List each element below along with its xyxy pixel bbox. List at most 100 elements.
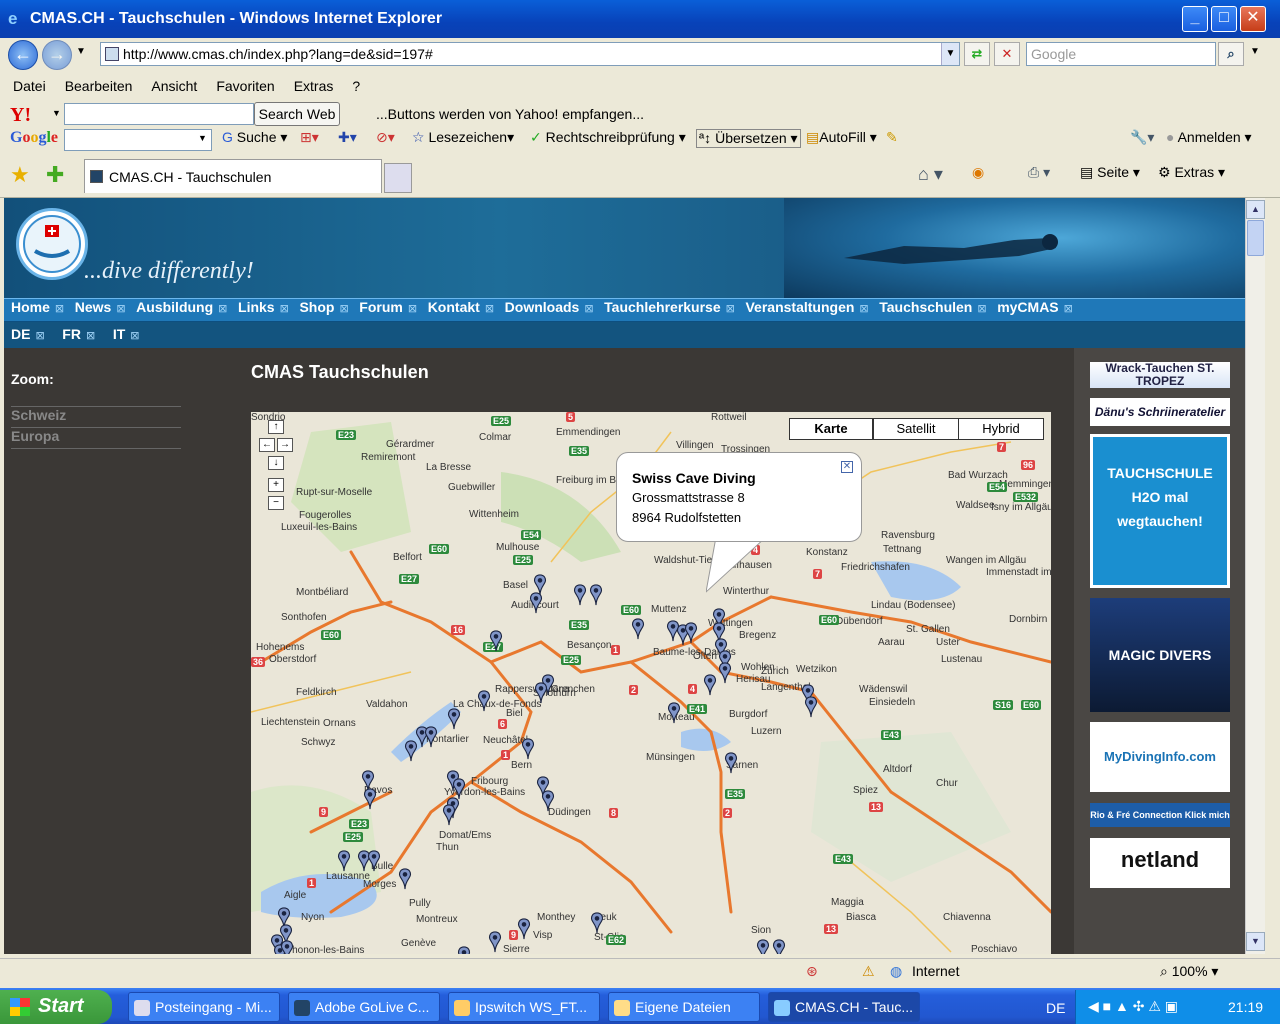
- map-marker-icon[interactable]: [804, 696, 818, 718]
- ad-tauchschule-h2o[interactable]: TAUCHSCHULE H2O mal wegtauchen!: [1090, 434, 1230, 588]
- zoom-schweiz-link[interactable]: Schweiz: [11, 406, 181, 423]
- task-wsftp[interactable]: Ipswitch WS_FT...: [448, 992, 600, 1022]
- map-marker-icon[interactable]: [488, 931, 502, 953]
- ad-schriineratelier[interactable]: Dänu's Schriineratelier: [1090, 398, 1230, 426]
- task-eigene-dateien[interactable]: Eigene Dateien: [608, 992, 760, 1022]
- address-dropdown-icon[interactable]: ▼: [941, 43, 959, 65]
- lang-de[interactable]: DE: [11, 326, 30, 342]
- ad-mydivinginfo[interactable]: MyDivingInfo.com: [1090, 722, 1230, 792]
- menu-extras[interactable]: Extras: [294, 78, 334, 94]
- tray-icons[interactable]: ◀ ■ ▲ ✣ ⚠ ▣: [1088, 998, 1178, 1015]
- spellcheck-button[interactable]: ✓ Rechtschreibprüfung ▾: [530, 129, 686, 146]
- map-marker-icon[interactable]: [573, 584, 587, 606]
- new-tab-button[interactable]: [384, 163, 412, 193]
- map-type-karte[interactable]: Karte: [789, 418, 873, 440]
- yahoo-logo[interactable]: Y!: [10, 104, 31, 127]
- pan-left-icon[interactable]: ←: [259, 438, 275, 452]
- search-options-icon[interactable]: ▼: [1250, 46, 1260, 57]
- news-icon[interactable]: ⊞▾: [300, 129, 319, 146]
- menu-favoriten[interactable]: Favoriten: [216, 78, 274, 94]
- map-marker-icon[interactable]: [363, 788, 377, 810]
- nav-ausbildung[interactable]: Ausbildung: [136, 299, 213, 315]
- lang-fr[interactable]: FR: [62, 326, 81, 342]
- plus-icon[interactable]: ✚▾: [338, 129, 357, 146]
- map-marker-icon[interactable]: [589, 584, 603, 606]
- yahoo-search-button[interactable]: Search Web: [254, 102, 340, 126]
- map-marker-icon[interactable]: [724, 752, 738, 774]
- lang-it[interactable]: IT: [113, 326, 125, 342]
- map-marker-icon[interactable]: [280, 940, 294, 954]
- add-favorite-icon[interactable]: ✚: [46, 162, 64, 188]
- stop-button[interactable]: ✕: [994, 42, 1020, 66]
- map-marker-icon[interactable]: [521, 738, 535, 760]
- map-marker-icon[interactable]: [337, 850, 351, 872]
- map-marker-icon[interactable]: [517, 918, 531, 940]
- map-marker-icon[interactable]: [772, 939, 786, 954]
- refresh-button[interactable]: ⇄: [964, 42, 990, 66]
- task-cmas[interactable]: CMAS.CH - Tauc...: [768, 992, 920, 1022]
- maximize-button[interactable]: □: [1211, 6, 1237, 32]
- map-marker-icon[interactable]: [424, 726, 438, 748]
- zoom-level[interactable]: ⌕ 100% ▾: [1160, 963, 1218, 980]
- back-button[interactable]: ←: [8, 40, 38, 70]
- minimize-button[interactable]: _: [1182, 6, 1208, 32]
- menu-datei[interactable]: Datei: [13, 78, 46, 94]
- nav-kontakt[interactable]: Kontakt: [428, 299, 480, 315]
- nav-tauchlehrerkurse[interactable]: Tauchlehrerkurse: [604, 299, 720, 315]
- search-icon[interactable]: ⌕: [1218, 42, 1244, 66]
- bookmarks-button[interactable]: ☆ Lesezeichen▾: [412, 129, 514, 146]
- map-type-satellit[interactable]: Satellit: [873, 418, 959, 440]
- yahoo-search-input[interactable]: [64, 103, 254, 125]
- autofill-button[interactable]: ▤AutoFill ▾: [806, 129, 877, 146]
- signin-button[interactable]: ● Anmelden ▾: [1166, 129, 1252, 146]
- ad-rio-fre[interactable]: Rio & Fré Connection Klick mich: [1090, 803, 1230, 827]
- scroll-up-icon[interactable]: ▲: [1246, 200, 1265, 219]
- map-marker-icon[interactable]: [489, 630, 503, 652]
- protected-mode-icon[interactable]: ⚠: [862, 963, 875, 980]
- map-marker-icon[interactable]: [718, 662, 732, 684]
- close-button[interactable]: ✕: [1240, 6, 1266, 32]
- map-marker-icon[interactable]: [541, 790, 555, 812]
- map-marker-icon[interactable]: [457, 946, 471, 954]
- map-marker-icon[interactable]: [529, 592, 543, 614]
- map-type-hybrid[interactable]: Hybrid: [958, 418, 1044, 440]
- nav-veranstaltungen[interactable]: Veranstaltungen: [745, 299, 854, 315]
- nav-tauchschulen[interactable]: Tauchschulen: [879, 299, 972, 315]
- privacy-icon[interactable]: ⊛: [806, 963, 818, 980]
- zoom-europa-link[interactable]: Europa: [11, 427, 181, 444]
- pan-right-icon[interactable]: →: [277, 438, 293, 452]
- zoom-out-icon[interactable]: −: [268, 496, 284, 510]
- nav-links[interactable]: Links: [238, 299, 275, 315]
- menu-ansicht[interactable]: Ansicht: [151, 78, 197, 94]
- nav-forum[interactable]: Forum: [359, 299, 403, 315]
- menu-bearbeiten[interactable]: Bearbeiten: [65, 78, 133, 94]
- cmas-logo[interactable]: [16, 208, 88, 280]
- nav-news[interactable]: News: [75, 299, 112, 315]
- map-marker-icon[interactable]: [477, 690, 491, 712]
- feeds-icon[interactable]: ◉: [972, 164, 984, 181]
- google-map[interactable]: Karte Satellit Hybrid ↑ ← → ↓ + − Rottwe…: [251, 412, 1051, 954]
- language-indicator[interactable]: DE: [1046, 1000, 1065, 1016]
- map-marker-icon[interactable]: [534, 682, 548, 704]
- scroll-down-icon[interactable]: ▼: [1246, 932, 1265, 951]
- page-scrollbar[interactable]: ▲ ▼: [1245, 198, 1265, 954]
- map-marker-icon[interactable]: [590, 912, 604, 934]
- popup-close-icon[interactable]: ✕: [841, 461, 853, 473]
- history-dropdown-icon[interactable]: ▼: [76, 46, 86, 57]
- address-bar[interactable]: http://www.cmas.ch/index.php?lang=de&sid…: [100, 42, 960, 66]
- google-search-button[interactable]: G Suche ▾: [222, 129, 287, 146]
- highlight-icon[interactable]: ✎: [886, 129, 898, 146]
- ad-wrack-tauchen[interactable]: Wrack-Tauchen ST. TROPEZ: [1090, 362, 1230, 388]
- ad-netland[interactable]: netland: [1090, 838, 1230, 888]
- wrench-icon[interactable]: 🔧▾: [1130, 129, 1154, 146]
- map-marker-icon[interactable]: [367, 850, 381, 872]
- forward-button[interactable]: →: [42, 40, 72, 70]
- tools-menu[interactable]: ⚙ Extras ▾: [1158, 164, 1225, 181]
- task-golive[interactable]: Adobe GoLive C...: [288, 992, 440, 1022]
- google-search-input[interactable]: [64, 129, 212, 151]
- menu-help[interactable]: ?: [352, 78, 360, 94]
- google-dropdown-icon[interactable]: ▼: [198, 133, 207, 143]
- zoom-in-icon[interactable]: +: [268, 478, 284, 492]
- print-icon[interactable]: ⎙ ▾: [1028, 164, 1050, 181]
- search-box[interactable]: Google: [1026, 42, 1216, 66]
